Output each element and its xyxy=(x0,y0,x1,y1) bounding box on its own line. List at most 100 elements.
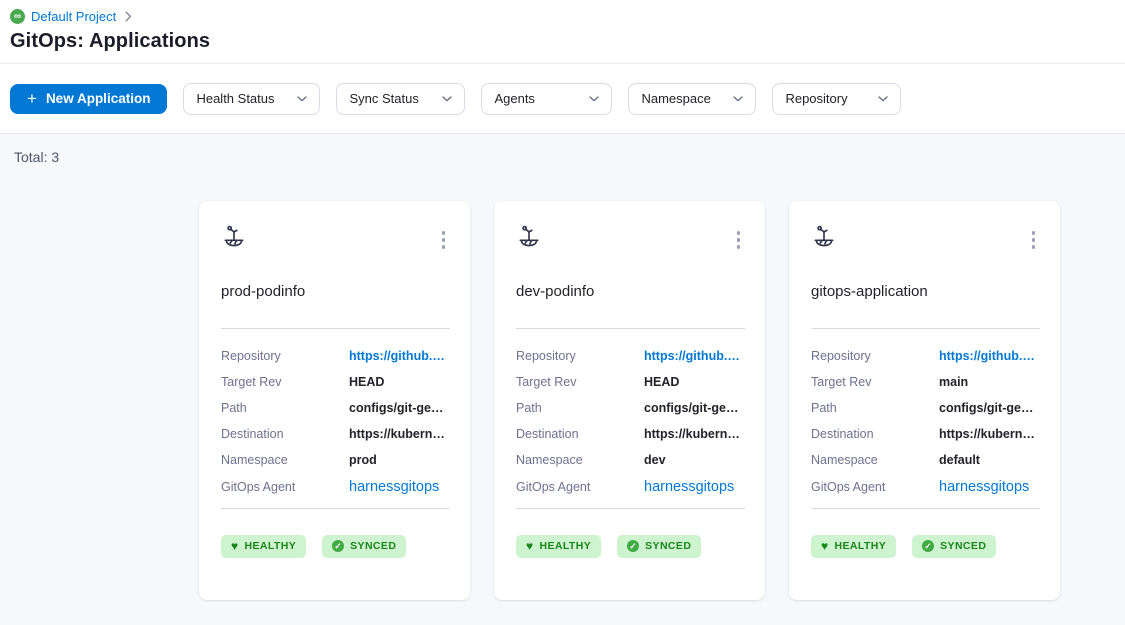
field-label: Path xyxy=(221,401,349,415)
divider xyxy=(811,328,1040,329)
health-badge-label: HEALTHY xyxy=(245,540,297,552)
filter-sync-status[interactable]: Sync Status xyxy=(336,83,465,115)
plus-icon: + xyxy=(27,90,37,107)
sync-badge-label: SYNCED xyxy=(350,540,396,552)
health-badge-label: HEALTHY xyxy=(540,540,592,552)
chevron-down-icon xyxy=(589,96,599,102)
field-row-namespace: Namespace default xyxy=(811,447,1040,473)
field-label: Path xyxy=(516,401,644,415)
field-row-target-rev: Target Rev HEAD xyxy=(516,369,745,395)
divider xyxy=(516,328,745,329)
app-name: dev-podinfo xyxy=(516,283,745,300)
health-badge: ♥ HEALTHY xyxy=(221,535,306,558)
gitops-agent-link[interactable]: harnessgitops xyxy=(349,479,439,495)
filter-namespace-label: Namespace xyxy=(641,91,710,106)
repository-link[interactable]: https://github.com/d... xyxy=(349,349,450,363)
field-value: configs/git-generato... xyxy=(644,401,745,415)
filter-agents[interactable]: Agents xyxy=(481,83,612,115)
field-value: https://kubernetes.d... xyxy=(939,427,1040,441)
divider xyxy=(221,328,450,329)
field-row-path: Path configs/git-generato... xyxy=(221,395,450,421)
field-row-gitops-agent: GitOps Agent harnessgitops xyxy=(221,473,450,501)
page-header: ∞ Default Project GitOps: Applications xyxy=(0,0,1125,63)
health-badge-label: HEALTHY xyxy=(835,540,887,552)
total-count: Total: 3 xyxy=(14,149,1125,165)
field-label: Target Rev xyxy=(811,375,939,389)
app-name: prod-podinfo xyxy=(221,283,450,300)
application-card-dev-podinfo[interactable]: dev-podinfo Repository https://github.co… xyxy=(494,201,765,600)
field-label: Namespace xyxy=(811,453,939,467)
application-card-gitops-application[interactable]: gitops-application Repository https://gi… xyxy=(789,201,1060,600)
sync-badge: ✓ SYNCED xyxy=(322,535,406,558)
filter-sync-status-label: Sync Status xyxy=(349,91,418,106)
field-row-repository: Repository https://github.com/d... xyxy=(516,343,745,369)
filter-namespace[interactable]: Namespace xyxy=(628,83,756,115)
check-circle-icon: ✓ xyxy=(627,540,639,552)
gitops-app-icon xyxy=(221,223,247,249)
field-label: Repository xyxy=(221,349,349,363)
breadcrumb-chevron-icon xyxy=(125,11,132,22)
field-row-namespace: Namespace prod xyxy=(221,447,450,473)
field-row-target-rev: Target Rev main xyxy=(811,369,1040,395)
field-row-target-rev: Target Rev HEAD xyxy=(221,369,450,395)
field-row-gitops-agent: GitOps Agent harnessgitops xyxy=(811,473,1040,501)
kebab-menu-button[interactable] xyxy=(732,226,746,254)
field-value: configs/git-generato... xyxy=(939,401,1040,415)
field-row-repository: Repository https://github.com/d... xyxy=(811,343,1040,369)
filter-health-status-label: Health Status xyxy=(196,91,274,106)
field-label: Destination xyxy=(516,427,644,441)
field-label: GitOps Agent xyxy=(811,480,939,494)
filter-health-status[interactable]: Health Status xyxy=(183,83,320,115)
heart-icon: ♥ xyxy=(821,540,829,552)
breadcrumb-project-link[interactable]: Default Project xyxy=(31,9,116,24)
filter-agents-label: Agents xyxy=(494,91,534,106)
filter-repository[interactable]: Repository xyxy=(772,83,901,115)
field-row-repository: Repository https://github.com/d... xyxy=(221,343,450,369)
field-value: main xyxy=(939,375,968,389)
field-label: GitOps Agent xyxy=(221,480,349,494)
field-row-gitops-agent: GitOps Agent harnessgitops xyxy=(516,473,745,501)
field-label: Target Rev xyxy=(516,375,644,389)
chevron-down-icon xyxy=(733,96,743,102)
field-label: Path xyxy=(811,401,939,415)
check-circle-icon: ✓ xyxy=(922,540,934,552)
heart-icon: ♥ xyxy=(231,540,239,552)
field-value: https://kubernetes.d... xyxy=(644,427,745,441)
field-label: Destination xyxy=(811,427,939,441)
field-label: Target Rev xyxy=(221,375,349,389)
field-row-namespace: Namespace dev xyxy=(516,447,745,473)
heart-icon: ♥ xyxy=(526,540,534,552)
gitops-agent-link[interactable]: harnessgitops xyxy=(939,479,1029,495)
sync-badge: ✓ SYNCED xyxy=(617,535,701,558)
field-value: HEAD xyxy=(349,375,384,389)
kebab-menu-button[interactable] xyxy=(1027,226,1041,254)
gitops-app-icon xyxy=(811,223,837,249)
field-row-destination: Destination https://kubernetes.d... xyxy=(811,421,1040,447)
field-row-path: Path configs/git-generato... xyxy=(811,395,1040,421)
page-title: GitOps: Applications xyxy=(10,30,1109,53)
sync-badge: ✓ SYNCED xyxy=(912,535,996,558)
filter-repository-label: Repository xyxy=(785,91,847,106)
chevron-down-icon xyxy=(878,96,888,102)
divider xyxy=(221,508,450,509)
applications-grid: prod-podinfo Repository https://github.c… xyxy=(0,201,1125,600)
field-row-destination: Destination https://kubernetes.d... xyxy=(516,421,745,447)
check-circle-icon: ✓ xyxy=(332,540,344,552)
repository-link[interactable]: https://github.com/d... xyxy=(939,349,1040,363)
new-application-button[interactable]: + New Application xyxy=(10,84,167,114)
divider xyxy=(811,508,1040,509)
field-label: Repository xyxy=(811,349,939,363)
field-value: configs/git-generato... xyxy=(349,401,450,415)
new-application-label: New Application xyxy=(46,91,151,106)
field-row-path: Path configs/git-generato... xyxy=(516,395,745,421)
repository-link[interactable]: https://github.com/d... xyxy=(644,349,745,363)
field-value: HEAD xyxy=(644,375,679,389)
toolbar: + New Application Health Status Sync Sta… xyxy=(0,63,1125,134)
application-card-prod-podinfo[interactable]: prod-podinfo Repository https://github.c… xyxy=(199,201,470,600)
health-badge: ♥ HEALTHY xyxy=(811,535,896,558)
field-value: default xyxy=(939,453,980,467)
field-label: Namespace xyxy=(221,453,349,467)
kebab-menu-button[interactable] xyxy=(437,226,451,254)
field-label: Namespace xyxy=(516,453,644,467)
gitops-agent-link[interactable]: harnessgitops xyxy=(644,479,734,495)
